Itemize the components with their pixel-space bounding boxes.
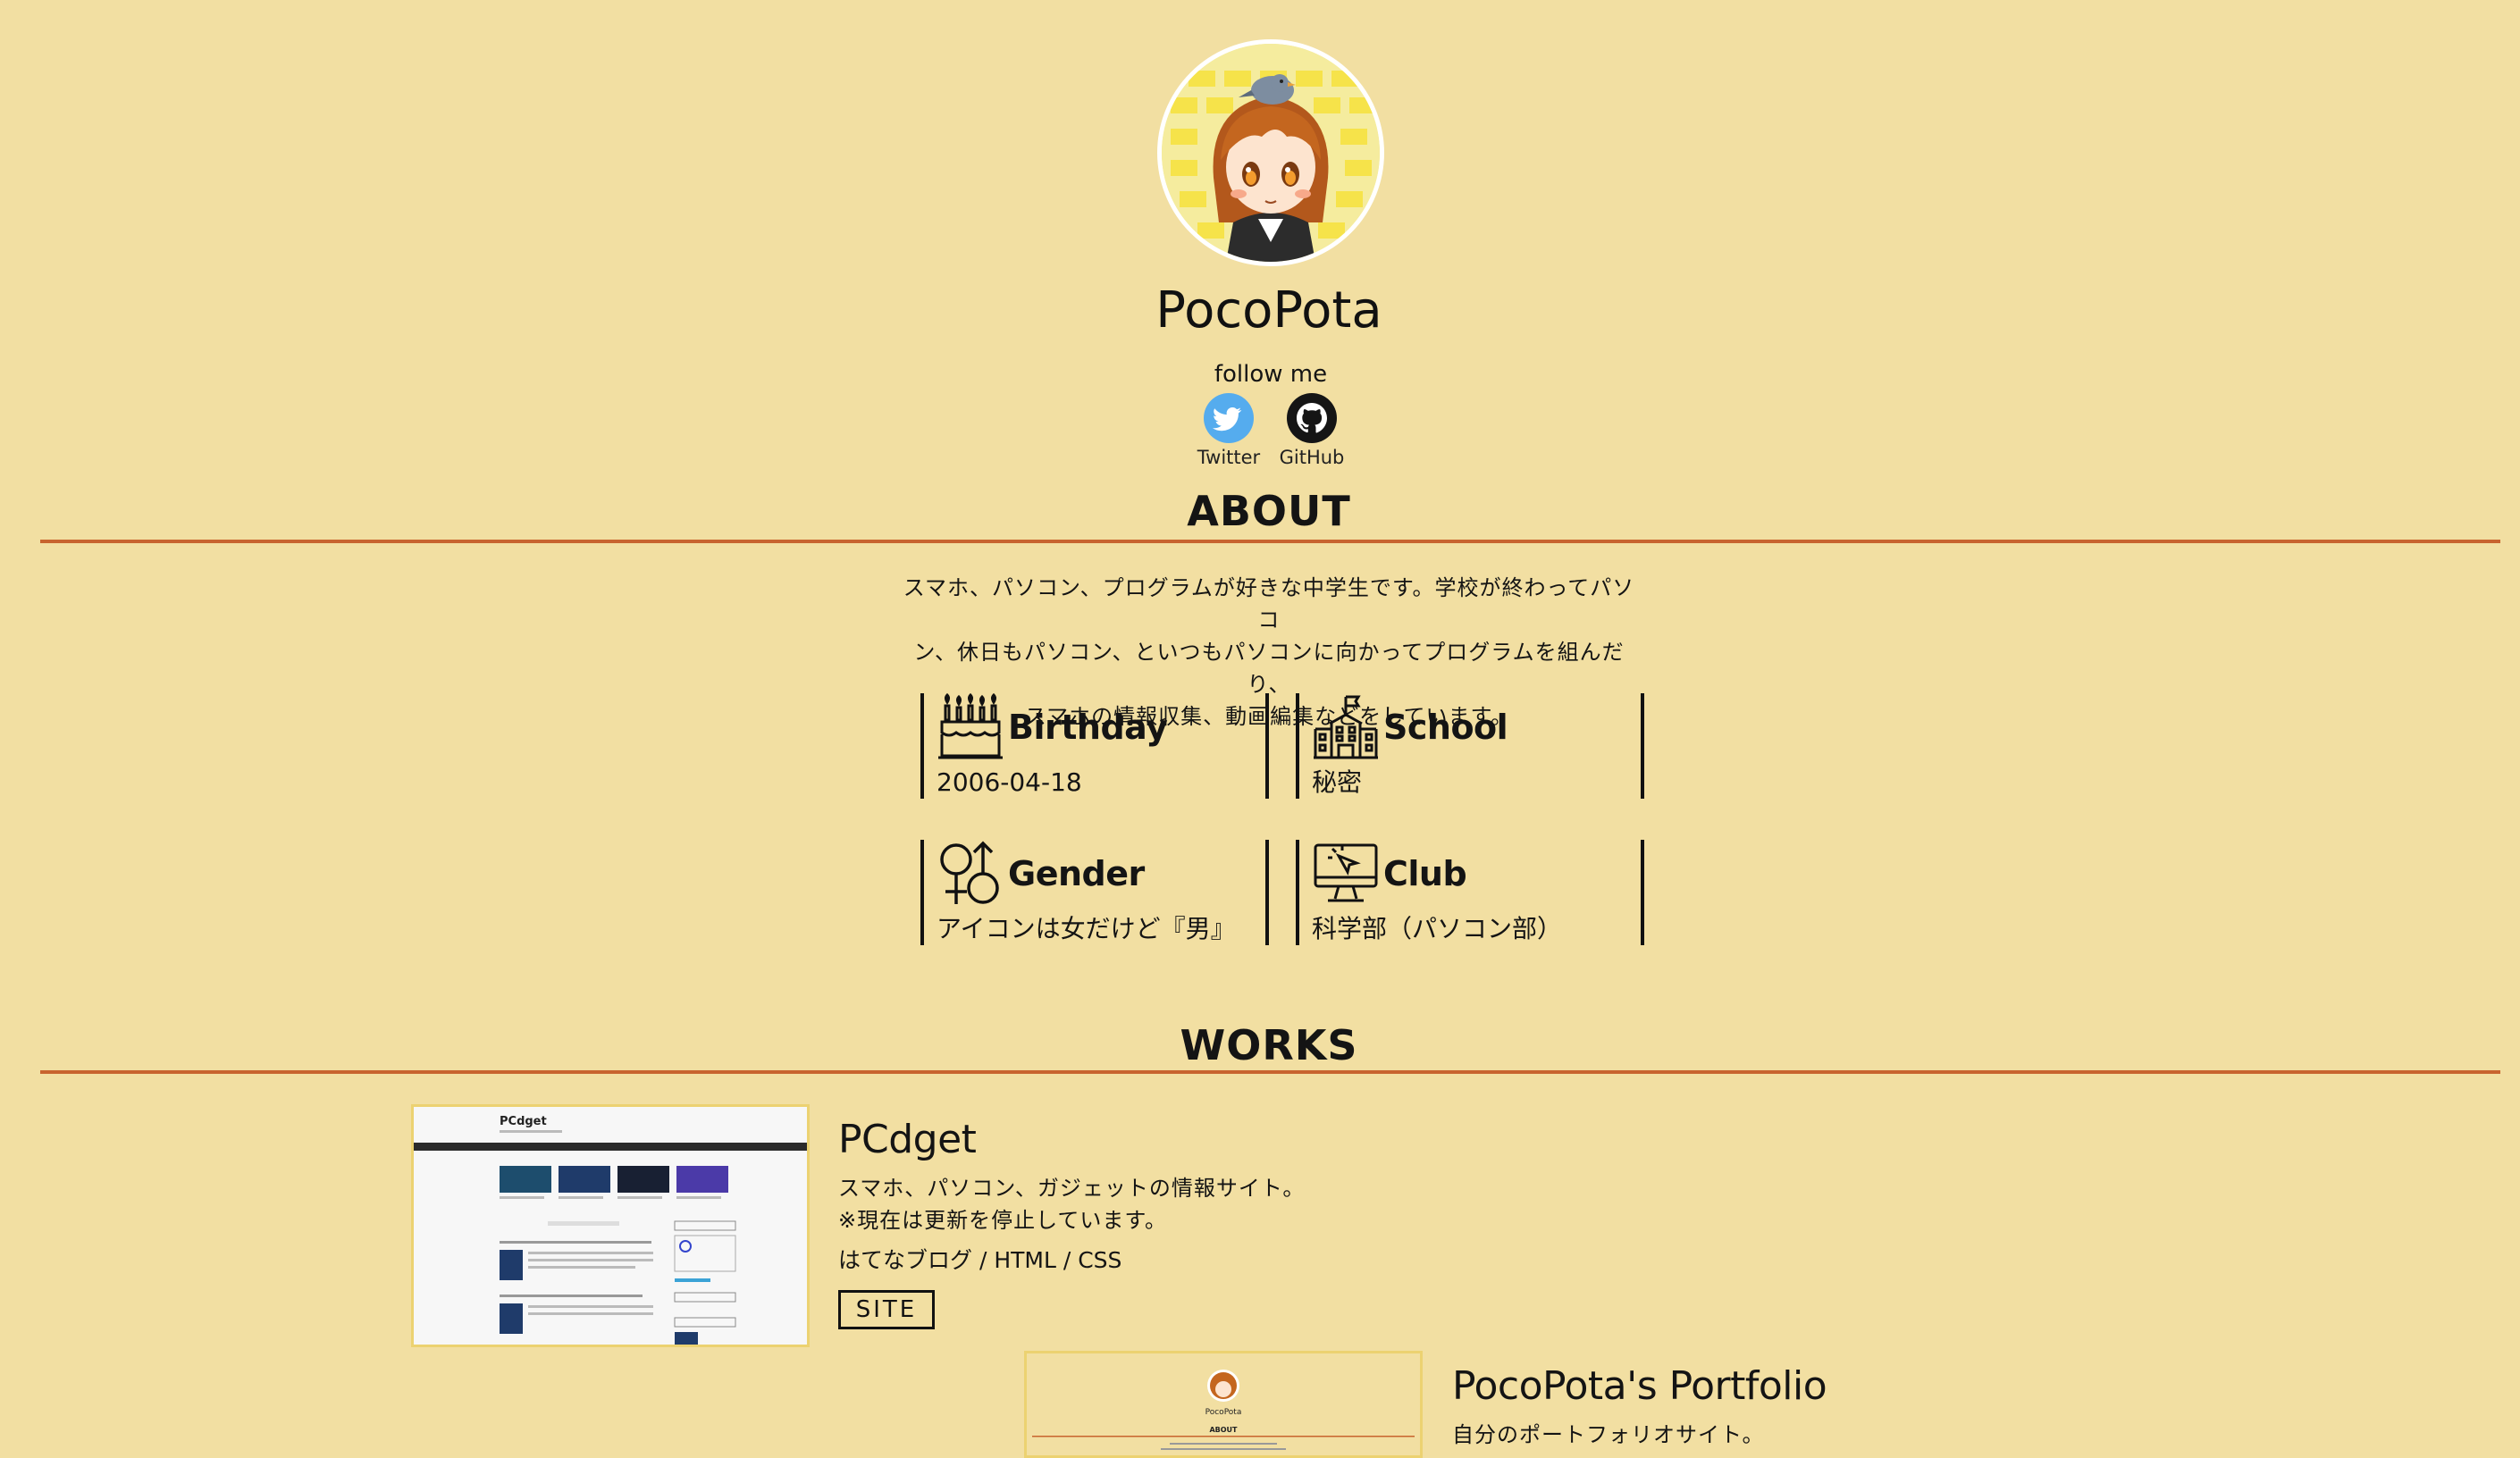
- birthday-title: Birthday: [1008, 708, 1168, 747]
- school-value: 秘密: [1312, 767, 1363, 797]
- birthday-value: 2006-04-18: [937, 767, 1082, 797]
- pcdget-desc-line: スマホ、パソコン、ガジェットの情報サイト。: [838, 1176, 1306, 1201]
- pcdget-desc-line: ※現在は更新を停止しています。: [838, 1208, 1167, 1233]
- birthday-card: Birthday 2006-04-18: [920, 693, 1269, 799]
- gender-card: Gender アイコンは女だけど『男』: [920, 840, 1269, 945]
- works-divider: [40, 1070, 2500, 1074]
- profile-name: PocoPota: [1155, 281, 1382, 339]
- twitter-label: Twitter: [1197, 447, 1261, 468]
- portfolio-thumb-title: PocoPota: [1205, 1408, 1242, 1417]
- school-card: School 秘密: [1296, 693, 1644, 799]
- computer-club-icon: [1312, 840, 1380, 908]
- pcdget-title: PCdget: [838, 1117, 977, 1162]
- about-line: ン、休日もパソコン、といつもパソコンに向かってプログラムを組んだり、: [913, 640, 1625, 697]
- pcdget-thumb-title: PCdget: [500, 1115, 547, 1128]
- github-label: GitHub: [1279, 447, 1345, 468]
- club-card: Club 科学部（パソコン部）: [1296, 840, 1644, 945]
- birthday-cake-icon: [937, 693, 1004, 761]
- pcdget-tags: はてなブログ / HTML / CSS: [838, 1247, 1122, 1273]
- about-heading: ABOUT: [1187, 487, 1351, 535]
- follow-label: follow me: [1214, 361, 1328, 388]
- pcdget-site-button[interactable]: SITE: [838, 1290, 935, 1329]
- school-building-icon: [1312, 693, 1380, 761]
- club-title: Club: [1383, 854, 1467, 893]
- twitter-icon: [1204, 393, 1254, 443]
- pcdget-description: スマホ、パソコン、ガジェットの情報サイト。 ※現在は更新を停止しています。: [838, 1172, 1305, 1236]
- club-value: 科学部（パソコン部）: [1312, 914, 1563, 943]
- profile-avatar: [1157, 39, 1384, 266]
- portfolio-description: 自分のポートフォリオサイト。: [1452, 1419, 1765, 1451]
- gender-icon: [937, 840, 1004, 908]
- portfolio-page: PocoPota follow me Twitter GitHub ABOUT …: [0, 0, 2520, 1458]
- portfolio-thumb-heading: ABOUT: [1209, 1426, 1238, 1434]
- about-line: スマホ、パソコン、プログラムが好きな中学生です。学校が終わってパソコ: [903, 575, 1635, 633]
- github-link[interactable]: GitHub: [1272, 393, 1352, 470]
- portfolio-thumbnail[interactable]: PocoPota ABOUT: [1024, 1351, 1423, 1458]
- twitter-link[interactable]: Twitter: [1189, 393, 1269, 470]
- pcdget-thumbnail[interactable]: PCdget: [411, 1104, 810, 1347]
- github-icon: [1287, 393, 1337, 443]
- gender-value: アイコンは女だけど『男』: [937, 914, 1236, 943]
- portfolio-title: PocoPota's Portfolio: [1452, 1363, 1827, 1409]
- gender-title: Gender: [1008, 854, 1145, 893]
- school-title: School: [1383, 708, 1508, 747]
- about-divider: [40, 540, 2500, 543]
- works-heading: WORKS: [1180, 1021, 1358, 1069]
- portfolio-desc-line: 自分のポートフォリオサイト。: [1452, 1422, 1765, 1447]
